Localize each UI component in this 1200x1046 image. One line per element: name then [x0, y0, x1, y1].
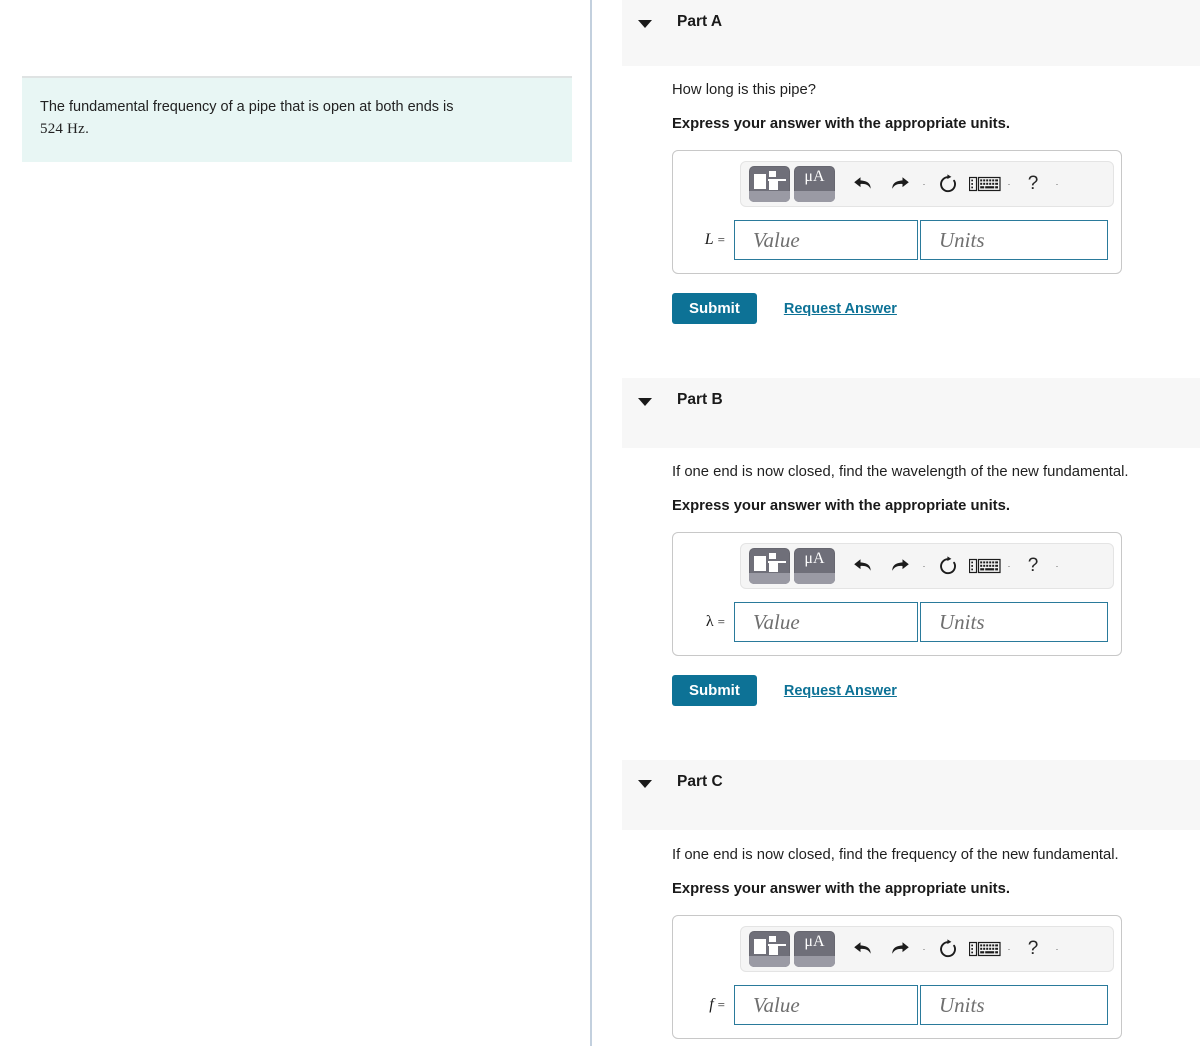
toolbar-dot-left: ·	[922, 561, 926, 572]
answer-widget-b: μA · · ? · λ = Value Units	[672, 532, 1122, 657]
parts-panel: Part A How long is this pipe? Express yo…	[592, 0, 1200, 1046]
answer-input-row-a: L = Value Units	[684, 220, 1110, 261]
actions-b: Submit Request Answer	[672, 675, 1200, 707]
chevron-down-icon[interactable]	[638, 398, 652, 406]
part-header-c[interactable]: Part C	[622, 760, 1200, 830]
problem-statement-box: The fundamental frequency of a pipe that…	[22, 76, 572, 162]
help-icon[interactable]: ?	[1015, 169, 1051, 199]
toolbar-dot-right: ·	[1055, 944, 1059, 955]
answer-input-row-c: f = Value Units	[684, 985, 1110, 1026]
toolbar-dot-left: ·	[922, 179, 926, 190]
equation-toolbar-b: μA · · ? ·	[740, 543, 1114, 590]
variable-symbol-c: f	[709, 996, 714, 1014]
part-title-c: Part C	[677, 773, 723, 790]
reset-icon[interactable]	[930, 169, 966, 199]
page-root: The fundamental frequency of a pipe that…	[0, 0, 1200, 1046]
units-input-b[interactable]: Units	[920, 602, 1108, 643]
units-picker-button[interactable]: μA	[794, 931, 835, 968]
problem-statement-period: .	[84, 121, 89, 138]
template-picker-button[interactable]	[749, 931, 790, 968]
help-icon[interactable]: ?	[1015, 934, 1051, 964]
part-question-b: If one end is now closed, find the wavel…	[672, 464, 1129, 480]
undo-icon[interactable]	[845, 934, 881, 964]
underline-icon	[801, 962, 813, 965]
variable-label-b: λ =	[684, 613, 734, 631]
part-question-a: How long is this pipe?	[672, 82, 816, 98]
submit-button-a[interactable]: Submit	[672, 293, 757, 325]
micro-amp-label: μA	[804, 933, 825, 951]
part-body-b: If one end is now closed, find the wavel…	[672, 462, 1200, 707]
units-input-c[interactable]: Units	[920, 985, 1108, 1026]
problem-statement-value: 524 Hz	[40, 121, 85, 138]
undo-icon[interactable]	[845, 169, 881, 199]
request-answer-link-b[interactable]: Request Answer	[784, 683, 897, 699]
redo-icon[interactable]	[882, 934, 918, 964]
template-picker-button[interactable]	[749, 166, 790, 203]
problem-panel: The fundamental frequency of a pipe that…	[0, 0, 590, 1046]
toolbar-dot-mid: ·	[1007, 561, 1011, 572]
units-picker-button[interactable]: μA	[794, 548, 835, 585]
part-header-a[interactable]: Part A	[622, 0, 1200, 66]
toolbar-dot-mid: ·	[1007, 944, 1011, 955]
problem-statement-line1: The fundamental frequency of a pipe that…	[40, 99, 454, 115]
request-answer-link-a[interactable]: Request Answer	[784, 301, 897, 317]
units-picker-button[interactable]: μA	[794, 166, 835, 203]
part-body-a: How long is this pipe? Express your answ…	[672, 80, 1200, 325]
answer-widget-c: μA · · ? · f = Value Units	[672, 915, 1122, 1040]
chevron-down-icon[interactable]	[638, 780, 652, 788]
part-instruction-c: Express your answer with the appropriate…	[672, 880, 1010, 897]
toolbar-dot-mid: ·	[1007, 179, 1011, 190]
help-icon[interactable]: ?	[1015, 551, 1051, 581]
variable-label-a: L =	[684, 231, 734, 249]
underline-icon	[801, 579, 813, 582]
variable-symbol-b: λ	[705, 613, 714, 631]
keyboard-icon[interactable]	[967, 169, 1003, 199]
actions-a: Submit Request Answer	[672, 293, 1200, 325]
units-input-a[interactable]: Units	[920, 220, 1108, 261]
part-body-c: If one end is now closed, find the frequ…	[672, 845, 1200, 1040]
toolbar-dot-right: ·	[1055, 179, 1059, 190]
template-picker-button[interactable]	[749, 548, 790, 585]
part-instruction-a: Express your answer with the appropriate…	[672, 115, 1010, 132]
keyboard-icon[interactable]	[967, 934, 1003, 964]
answer-widget-a: μA · · ? · L = Value Units	[672, 150, 1122, 275]
keyboard-icon[interactable]	[967, 551, 1003, 581]
value-input-b[interactable]: Value	[734, 602, 918, 643]
redo-icon[interactable]	[882, 169, 918, 199]
equals-sign-c: =	[717, 997, 725, 1013]
value-input-a[interactable]: Value	[734, 220, 918, 261]
reset-icon[interactable]	[930, 934, 966, 964]
underline-icon	[801, 197, 813, 200]
part-header-b[interactable]: Part B	[622, 378, 1200, 448]
variable-symbol-a: L	[704, 231, 714, 249]
variable-label-c: f =	[684, 996, 734, 1014]
part-question-c: If one end is now closed, find the frequ…	[672, 847, 1119, 863]
value-input-c[interactable]: Value	[734, 985, 918, 1026]
equation-toolbar-a: μA · · ? ·	[740, 161, 1114, 208]
answer-input-row-b: λ = Value Units	[684, 602, 1110, 643]
chevron-down-icon[interactable]	[638, 20, 652, 28]
reset-icon[interactable]	[930, 551, 966, 581]
equals-sign-b: =	[717, 614, 725, 630]
toolbar-dot-left: ·	[922, 944, 926, 955]
problem-statement-text: The fundamental frequency of a pipe that…	[40, 96, 554, 142]
micro-amp-label: μA	[804, 168, 825, 186]
micro-amp-label: μA	[804, 550, 825, 568]
equals-sign-a: =	[717, 232, 725, 248]
toolbar-dot-right: ·	[1055, 561, 1059, 572]
undo-icon[interactable]	[845, 551, 881, 581]
part-title-a: Part A	[677, 13, 723, 30]
submit-button-b[interactable]: Submit	[672, 675, 757, 707]
redo-icon[interactable]	[882, 551, 918, 581]
part-instruction-b: Express your answer with the appropriate…	[672, 497, 1010, 514]
part-title-b: Part B	[677, 391, 723, 408]
equation-toolbar-c: μA · · ? ·	[740, 926, 1114, 973]
